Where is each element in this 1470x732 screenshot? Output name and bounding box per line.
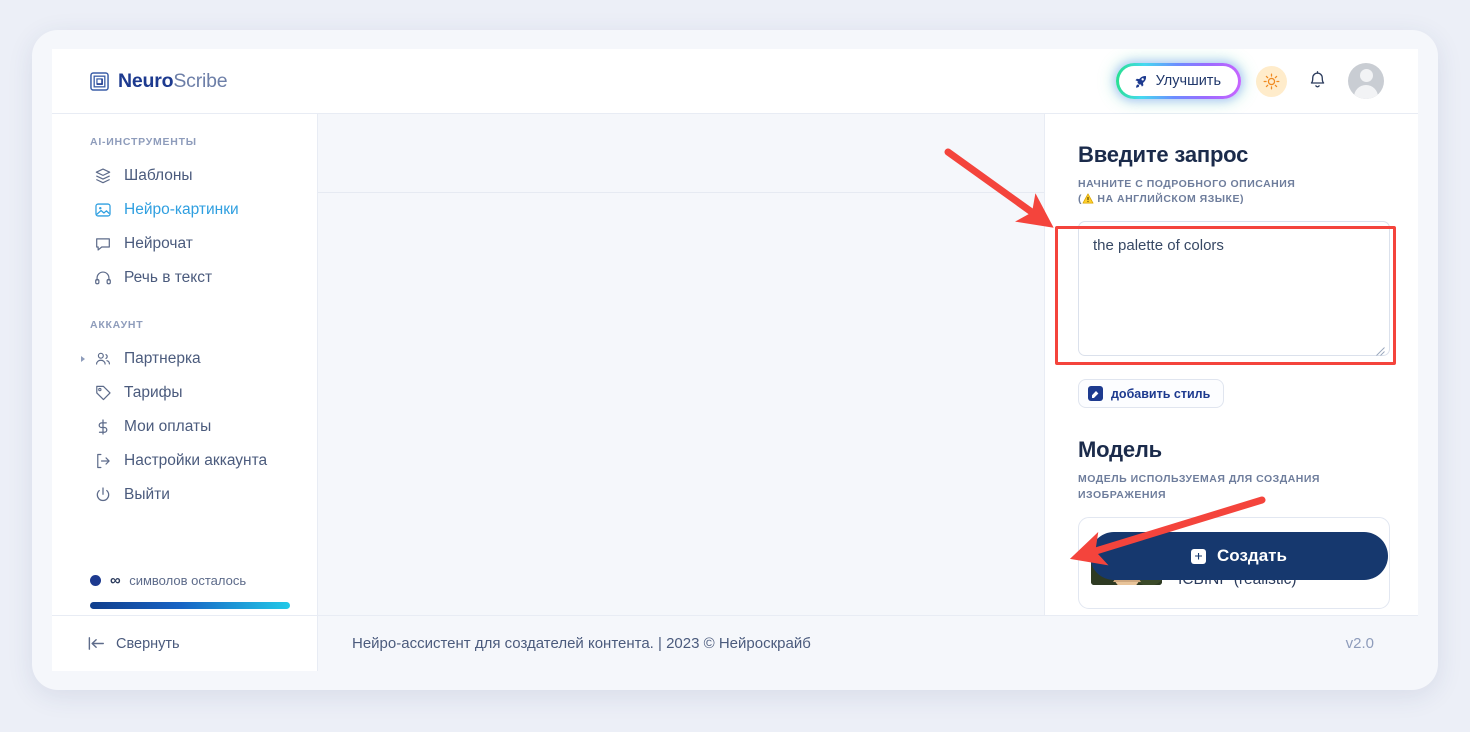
sidebar-item-label: Партнерка <box>124 350 201 367</box>
generation-settings-panel: Введите запрос НАЧНИТЕ С ПОДРОБНОГО ОПИС… <box>1044 114 1418 615</box>
sidebar-item-label: Мои оплаты <box>124 418 212 435</box>
improve-button-label: Улучшить <box>1155 73 1221 89</box>
app-body: AI-ИНСТРУМЕНТЫ Шаблоны Нейро-картинки Не… <box>52 114 1418 615</box>
dollar-icon <box>93 418 112 437</box>
notifications-button[interactable] <box>1302 66 1333 97</box>
bell-icon <box>1310 71 1325 88</box>
credits-progress-bar <box>90 602 290 609</box>
sidebar-item-label: Речь в текст <box>124 269 213 286</box>
prompt-subtitle-line2: НА АНГЛИЙСКОМ ЯЗЫКЕ) <box>1097 193 1244 206</box>
pencil-square-icon <box>1088 386 1103 402</box>
add-style-button[interactable]: добавить стиль <box>1078 379 1225 409</box>
sidebar-item-label: Шаблоны <box>124 167 193 184</box>
sidebar-section-title-account: АККАУНТ <box>90 319 144 331</box>
main-content-area <box>318 114 1044 615</box>
sidebar-item-templates[interactable]: Шаблоны <box>52 159 317 193</box>
improve-button[interactable]: Улучшить <box>1118 66 1238 96</box>
nested-squares-logo-icon <box>90 71 109 91</box>
add-style-label: добавить стиль <box>1111 386 1211 401</box>
credits-dot-icon <box>90 575 101 586</box>
app-window: NeuroScribe Улучшить AI-ИНСТРУМЕНТЫ Шабл… <box>32 30 1438 690</box>
sidebar-item-speech-to-text[interactable]: Речь в текст <box>52 261 317 295</box>
sidebar-item-logout[interactable]: Выйти <box>52 478 317 512</box>
login-arrow-icon <box>93 452 112 471</box>
brand-name-bold: Neuro <box>118 69 174 92</box>
collapse-sidebar-label: Свернуть <box>116 635 180 652</box>
prompt-input-wrapper <box>1078 221 1390 361</box>
credits-amount: ∞ <box>110 572 121 589</box>
footer-bar: Свернуть Нейро-ассистент для создателей … <box>52 615 1418 671</box>
sidebar-item-neuro-images[interactable]: Нейро-картинки <box>52 193 317 227</box>
brand-name-light: Scribe <box>173 69 228 92</box>
sidebar-item-neurochat[interactable]: Нейрочат <box>52 227 317 261</box>
brand-logo[interactable]: NeuroScribe <box>90 69 228 93</box>
footer-version: v2.0 <box>1345 635 1374 652</box>
model-section-subtitle: МОДЕЛЬ ИСПОЛЬЗУЕМАЯ ДЛЯ СОЗДАНИЯ ИЗОБРАЖ… <box>1078 473 1320 501</box>
tag-icon <box>93 384 112 403</box>
top-header-bar: NeuroScribe Улучшить <box>52 49 1418 114</box>
prompt-subtitle-line1: НАЧНИТЕ С ПОДРОБНОГО ОПИСАНИЯ <box>1078 178 1296 190</box>
warning-triangle-icon <box>1082 193 1094 204</box>
plus-square-icon <box>1191 548 1207 564</box>
create-button-label: Создать <box>1217 546 1287 565</box>
chevron-right-icon <box>81 356 85 362</box>
image-icon <box>93 201 112 220</box>
app-shell: NeuroScribe Улучшить AI-ИНСТРУМЕНТЫ Шабл… <box>52 49 1418 671</box>
credits-block: ∞ символов осталось Заработай символы 🎁 <box>52 572 317 615</box>
prompt-input[interactable] <box>1078 221 1390 357</box>
credits-line: ∞ символов осталось <box>90 572 290 589</box>
sidebar-item-my-payments[interactable]: Мои оплаты <box>52 410 317 444</box>
sidebar-item-label: Нейро-картинки <box>124 201 239 218</box>
collapse-left-icon <box>88 637 104 650</box>
content-divider <box>318 192 1044 193</box>
sidebar-item-label: Нейрочат <box>124 235 193 252</box>
headphones-icon <box>93 269 112 288</box>
users-icon <box>93 350 112 369</box>
footer-text: Нейро-ассистент для создателей контента.… <box>352 635 811 652</box>
rocket-icon <box>1135 75 1146 88</box>
prompt-section-subtitle: НАЧНИТЕ С ПОДРОБНОГО ОПИСАНИЯ ( НА АНГЛИ… <box>1078 177 1390 207</box>
sidebar-item-pricing[interactable]: Тарифы <box>52 376 317 410</box>
improve-button-glow: Улучшить <box>1115 63 1241 99</box>
model-section-title: Модель <box>1078 437 1162 463</box>
chat-bubble-icon <box>93 235 112 254</box>
create-button[interactable]: Создать <box>1090 532 1388 580</box>
sun-icon <box>1263 73 1280 89</box>
sidebar: AI-ИНСТРУМЕНТЫ Шаблоны Нейро-картинки Не… <box>52 114 318 615</box>
sidebar-item-account-settings[interactable]: Настройки аккаунта <box>52 444 317 478</box>
brand-name: NeuroScribe <box>118 69 228 93</box>
collapse-sidebar-button[interactable]: Свернуть <box>52 616 318 671</box>
header-actions: Улучшить <box>1115 63 1384 99</box>
sidebar-item-label: Настройки аккаунта <box>124 452 268 469</box>
sidebar-item-partner[interactable]: Партнерка <box>52 342 317 376</box>
avatar[interactable] <box>1348 63 1384 99</box>
sidebar-section-title-tools: AI-ИНСТРУМЕНТЫ <box>90 136 197 148</box>
prompt-section-title: Введите запрос <box>1078 142 1249 167</box>
sidebar-item-label: Выйти <box>124 486 170 503</box>
power-icon <box>93 486 112 505</box>
sidebar-item-label: Тарифы <box>124 384 183 401</box>
footer-content: Нейро-ассистент для создателей контента.… <box>318 635 1418 652</box>
theme-toggle-button[interactable] <box>1256 65 1287 97</box>
screenshot-root: NeuroScribe Улучшить AI-ИНСТРУМЕНТЫ Шабл… <box>0 0 1470 732</box>
credits-label: символов осталось <box>129 573 247 588</box>
layers-icon <box>93 167 112 186</box>
